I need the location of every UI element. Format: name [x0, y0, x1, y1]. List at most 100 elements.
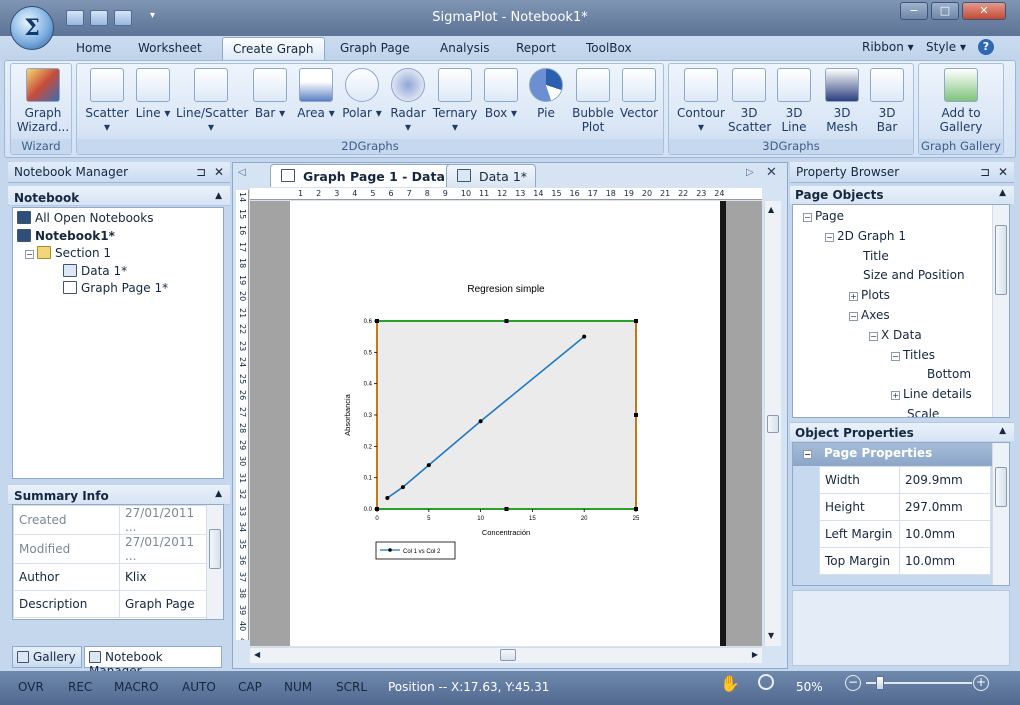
- ribbon-toggle[interactable]: Ribbon ▾: [862, 40, 914, 54]
- tree-item-title[interactable]: Title: [797, 247, 1005, 267]
- selection-handle[interactable]: [634, 413, 638, 417]
- zoom-out-icon[interactable]: −: [845, 675, 861, 691]
- tab-scroll-right-icon[interactable]: ▷: [746, 167, 754, 178]
- close-pane-icon[interactable]: ✕: [998, 165, 1008, 179]
- scroll-thumb[interactable]: [995, 467, 1007, 507]
- tree-item-titles[interactable]: − Titles: [797, 346, 1005, 366]
- close-document-icon[interactable]: ✕: [766, 165, 777, 180]
- scatter-button[interactable]: Scatter ▾: [84, 68, 130, 134]
- pie-button[interactable]: Pie: [526, 68, 566, 120]
- y-tick-label[interactable]: 0.4: [364, 382, 373, 388]
- 3d-scatter-button[interactable]: 3D Scatter: [728, 68, 771, 134]
- radar-button[interactable]: Radar ▾: [387, 68, 429, 134]
- vector-button[interactable]: Vector: [618, 68, 660, 120]
- tree-item-x-data[interactable]: − X Data: [797, 326, 1005, 346]
- y-tick-label[interactable]: 0.5: [364, 350, 373, 356]
- graph-wizard-button[interactable]: Graph Wizard...: [14, 68, 72, 134]
- tree-item-graph-page1[interactable]: Graph Page 1*: [17, 280, 219, 298]
- doctab-graph-page[interactable]: Graph Page 1 - Data 1*: [270, 164, 474, 187]
- collapse-icon[interactable]: −: [803, 213, 812, 222]
- box-button[interactable]: Box ▾: [482, 68, 520, 120]
- collapse-icon[interactable]: ▲: [215, 489, 222, 499]
- style-menu[interactable]: Style ▾: [926, 40, 966, 54]
- bar-button[interactable]: Bar ▾: [250, 68, 290, 120]
- app-menu-button[interactable]: Σ: [10, 6, 54, 50]
- line-scatter-button[interactable]: Line/Scatter ▾: [176, 68, 248, 134]
- zoom-magnifier-icon[interactable]: [758, 674, 774, 690]
- x-tick-label[interactable]: 25: [633, 516, 640, 522]
- help-icon[interactable]: ?: [978, 39, 994, 55]
- scroll-thumb[interactable]: [209, 529, 221, 569]
- close-pane-icon[interactable]: ✕: [214, 165, 224, 179]
- property-value[interactable]: 297.0mm: [899, 493, 991, 521]
- selection-handle[interactable]: [375, 319, 379, 323]
- y-axis-label[interactable]: Absorbancia: [343, 393, 352, 436]
- scroll-thumb[interactable]: [500, 649, 516, 661]
- y-tick-label[interactable]: 0.3: [364, 413, 373, 419]
- scroll-down-icon[interactable]: ▼: [768, 631, 774, 640]
- page-properties-group[interactable]: − Page Properties: [793, 443, 1009, 466]
- scroll-left-icon[interactable]: ◀: [254, 650, 260, 659]
- y-tick-label[interactable]: 0.2: [364, 444, 373, 450]
- tree-item-axes[interactable]: − Axes: [797, 306, 1005, 326]
- page-vertical-scrollbar[interactable]: ▲ ▼: [764, 201, 781, 646]
- selection-handle[interactable]: [375, 507, 379, 511]
- pin-icon[interactable]: ⊐: [980, 165, 990, 179]
- tree-item-bottom[interactable]: Bottom: [797, 365, 1005, 385]
- contour-button[interactable]: Contour ▾: [674, 68, 728, 134]
- graph-svg[interactable]: Regresion simple 0 5 10 15 20 25 0.0 0.1 0.2 0.3 0…: [290, 201, 726, 646]
- tab-home[interactable]: Home: [66, 37, 121, 60]
- chart-title[interactable]: Regresion simple: [467, 284, 545, 295]
- line-button[interactable]: Line ▾: [133, 68, 173, 120]
- tab-gallery[interactable]: Gallery: [12, 646, 82, 668]
- tree-item-2d-graph[interactable]: −2D Graph 1: [797, 227, 1005, 247]
- x-tick-label[interactable]: 10: [477, 516, 484, 522]
- expand-icon[interactable]: +: [849, 292, 858, 302]
- property-value[interactable]: 27/01/2011 ...: [119, 505, 208, 535]
- tree-item-all-notebooks[interactable]: All Open Notebooks: [17, 210, 219, 228]
- tab-worksheet[interactable]: Worksheet: [128, 37, 212, 60]
- summary-scrollbar[interactable]: [206, 505, 223, 619]
- add-to-gallery-button[interactable]: Add to Gallery: [928, 68, 994, 134]
- ternary-button[interactable]: Ternary ▾: [432, 68, 478, 134]
- 3d-bar-button[interactable]: 3D Bar: [866, 68, 908, 134]
- page-horizontal-scrollbar[interactable]: ◀ ▶: [250, 647, 762, 663]
- collapse-icon[interactable]: −: [869, 331, 878, 341]
- pan-hand-icon[interactable]: ✋: [720, 674, 740, 693]
- y-tick-label[interactable]: 0.1: [364, 476, 373, 482]
- 3d-mesh-button[interactable]: 3D Mesh: [820, 68, 864, 134]
- scroll-thumb[interactable]: [995, 225, 1007, 295]
- zoom-in-icon[interactable]: +: [973, 675, 989, 691]
- y-tick-label[interactable]: 0.6: [364, 319, 373, 325]
- x-tick-label[interactable]: 20: [581, 516, 588, 522]
- property-value[interactable]: 27/01/2011 ...: [119, 534, 208, 564]
- restore-button[interactable]: □: [931, 2, 959, 20]
- collapse-icon[interactable]: −: [849, 311, 858, 321]
- property-value[interactable]: 10.0mm: [899, 520, 991, 548]
- tree-item-notebook1[interactable]: Notebook1*: [17, 228, 219, 246]
- collapse-icon[interactable]: ▲: [215, 191, 222, 201]
- selection-handle[interactable]: [504, 319, 509, 323]
- polar-button[interactable]: Polar ▾: [341, 68, 383, 120]
- expand-icon[interactable]: +: [891, 391, 900, 401]
- area-button[interactable]: Area ▾: [295, 68, 337, 120]
- collapse-icon[interactable]: −: [825, 232, 834, 242]
- tab-create-graph[interactable]: Create Graph: [222, 37, 325, 60]
- minimize-button[interactable]: −: [900, 2, 928, 20]
- property-value[interactable]: Klix: [119, 563, 208, 591]
- scroll-up-icon[interactable]: ▲: [768, 205, 774, 214]
- collapse-icon[interactable]: −: [803, 450, 812, 459]
- collapse-icon[interactable]: ▲: [999, 426, 1006, 436]
- tab-graph-page[interactable]: Graph Page: [330, 37, 420, 60]
- property-value[interactable]: 209.9mm: [899, 466, 991, 494]
- pin-icon[interactable]: ⊐: [196, 165, 206, 179]
- collapse-icon[interactable]: −: [891, 351, 900, 361]
- 3d-line-button[interactable]: 3D Line: [772, 68, 816, 134]
- tree-item-page[interactable]: − Page: [797, 207, 1005, 227]
- data-point[interactable]: [582, 334, 587, 339]
- scroll-right-icon[interactable]: ▶: [752, 650, 758, 659]
- data-point[interactable]: [478, 419, 483, 424]
- doctab-data1[interactable]: Data 1*: [446, 164, 537, 187]
- close-button[interactable]: ✕: [962, 2, 1006, 20]
- tab-report[interactable]: Report: [506, 37, 566, 60]
